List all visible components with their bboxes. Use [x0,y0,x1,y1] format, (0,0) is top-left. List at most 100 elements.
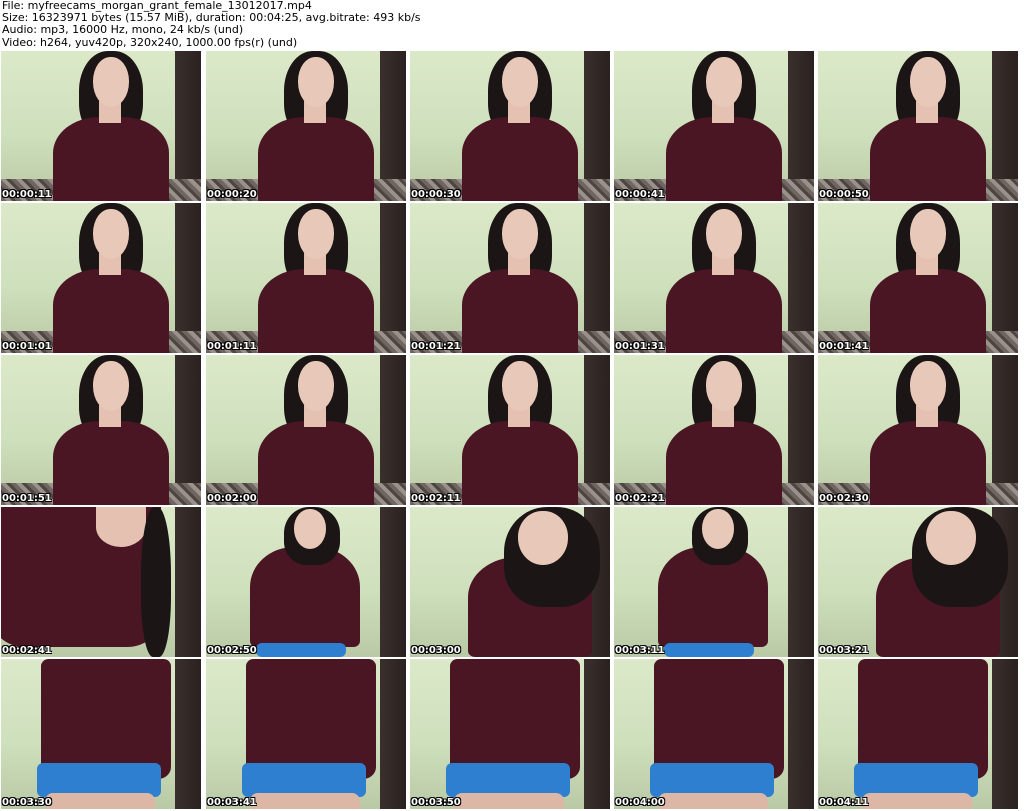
video-thumbnail: 00:00:20 [206,51,406,201]
person-shirt [666,117,782,201]
person-shirt [462,269,578,353]
person-face [702,509,734,549]
person-face [502,361,538,411]
video-thumbnail: 00:03:50 [410,659,610,809]
person-face [706,57,742,107]
thumbnail-timestamp: 00:02:41 [2,645,52,656]
person-face [926,511,976,565]
person-shirt [666,421,782,505]
thumbnail-door [788,659,814,809]
video-thumbnail: 00:01:41 [818,203,1018,353]
thumbnail-timestamp: 00:00:11 [2,189,52,200]
video-thumbnail: 00:01:11 [206,203,406,353]
thumbnail-door [175,659,201,809]
video-thumbnail: 00:00:11 [1,51,201,201]
thumbnail-timestamp: 00:00:30 [411,189,461,200]
thumbnail-timestamp: 00:04:11 [819,797,869,808]
thumbnail-grid: 00:00:11 00:00:20 00:00:30 00:00:41 00:00:50… [1,51,1024,811]
person-face [518,511,568,565]
thumbnail-door [380,659,406,809]
thumbnail-timestamp: 00:02:21 [615,493,665,504]
person-face [706,361,742,411]
person-face [706,209,742,259]
person-shirt [53,421,169,505]
video-thumbnail: 00:02:11 [410,355,610,505]
person-legs [454,793,564,809]
person-face [910,57,946,107]
person-face [93,209,129,259]
person-shirt [258,117,374,201]
video-info-line: Video: h264, yuv420p, 320x240, 1000.00 f… [2,35,298,49]
person-shirt [870,269,986,353]
video-thumbnail: 00:02:00 [206,355,406,505]
thumbnail-door [788,507,814,657]
thumbnail-timestamp: 00:01:01 [2,341,52,352]
person-shorts [854,763,978,797]
video-thumbnail: 00:01:51 [1,355,201,505]
person-face [93,57,129,107]
person-shorts [446,763,570,797]
thumbnail-timestamp: 00:01:31 [615,341,665,352]
thumbnail-timestamp: 00:02:00 [207,493,257,504]
video-thumbnail: 00:00:30 [410,51,610,201]
thumbnail-timestamp: 00:02:50 [207,645,257,656]
thumbnail-timestamp: 00:03:11 [615,645,665,656]
person-shirt [870,117,986,201]
thumbnail-timestamp: 00:03:41 [207,797,257,808]
video-thumbnail: 00:03:00 [410,507,610,657]
person-shorts [650,763,774,797]
thumbnail-timestamp: 00:00:20 [207,189,257,200]
person-legs [658,793,768,809]
person-face [298,209,334,259]
person-shirt [53,117,169,201]
video-thumbnail: 00:02:41 [1,507,201,657]
person-face [294,509,326,549]
file-info-header: File: myfreecams_morgan_grant_female_130… [2,0,1022,50]
thumbnail-timestamp: 00:03:30 [2,797,52,808]
video-thumbnail: 00:02:50 [206,507,406,657]
video-thumbnail: 00:03:21 [818,507,1018,657]
video-thumbnail: 00:01:31 [614,203,814,353]
person-shirt [858,659,988,779]
thumbnail-timestamp: 00:01:21 [411,341,461,352]
thumbnail-timestamp: 00:02:11 [411,493,461,504]
video-thumbnail: 00:00:41 [614,51,814,201]
person-legs [250,793,360,809]
video-thumbnail: 00:02:30 [818,355,1018,505]
person-hair [141,507,171,657]
person-shirt [666,269,782,353]
thumbnail-door [380,507,406,657]
video-thumbnail: 00:03:30 [1,659,201,809]
person-shirt [41,659,171,779]
video-thumbnail: 00:04:11 [818,659,1018,809]
thumbnail-timestamp: 00:00:41 [615,189,665,200]
person-face [298,361,334,411]
thumbnail-timestamp: 00:02:30 [819,493,869,504]
thumbnail-timestamp: 00:03:21 [819,645,869,656]
person-shorts [242,763,366,797]
video-thumbnail: 00:03:41 [206,659,406,809]
person-face [502,57,538,107]
person-face [298,57,334,107]
thumbnail-timestamp: 00:01:41 [819,341,869,352]
person-shorts [37,763,161,797]
person-legs [862,793,972,809]
thumbnail-timestamp: 00:01:51 [2,493,52,504]
thumbnail-timestamp: 00:03:50 [411,797,461,808]
video-thumbnail: 00:01:01 [1,203,201,353]
person-shirt [870,421,986,505]
video-thumbnail: 00:01:21 [410,203,610,353]
person-shirt [258,421,374,505]
thumbnail-timestamp: 00:01:11 [207,341,257,352]
thumbnail-door [175,507,201,657]
thumbnail-door [992,659,1018,809]
thumbnail-timestamp: 00:03:00 [411,645,461,656]
person-shorts [664,643,754,657]
thumbnail-timestamp: 00:04:00 [615,797,665,808]
person-shirt [462,117,578,201]
person-shirt [450,659,580,779]
person-shirt [246,659,376,779]
person-shorts [256,643,346,657]
person-neck [96,507,146,547]
video-thumbnail: 00:04:00 [614,659,814,809]
